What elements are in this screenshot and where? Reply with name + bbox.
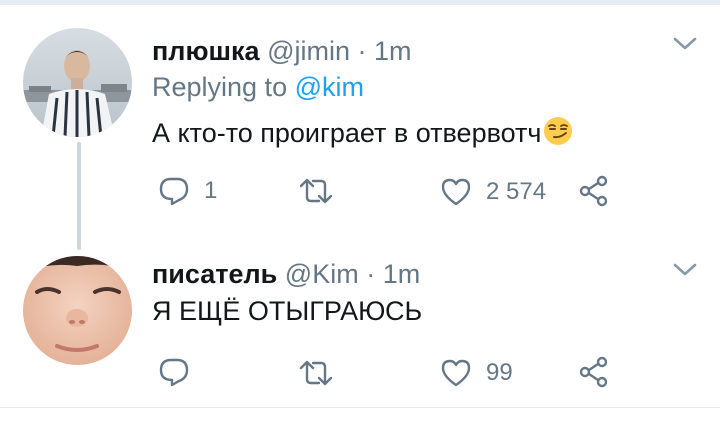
like-button[interactable]: 99: [440, 358, 513, 388]
retweet-button[interactable]: [298, 178, 348, 204]
reply-button[interactable]: 1: [158, 176, 217, 206]
chevron-down-icon[interactable]: [672, 262, 698, 278]
author-name[interactable]: плюшка: [152, 36, 260, 66]
tweet-text: Я ЕЩЁ ОТЫГРАЮСЬ: [152, 298, 422, 325]
like-count: 2 574: [486, 178, 547, 205]
author-name[interactable]: писатель: [152, 259, 277, 289]
share-button[interactable]: [578, 175, 610, 207]
retweet-icon: [299, 360, 333, 386]
like-count: 99: [486, 359, 513, 386]
timestamp[interactable]: 1m: [374, 36, 412, 66]
heart-icon: [441, 178, 471, 206]
tweet-header: плюшка @jimin · 1m: [152, 38, 412, 65]
reply-icon: [159, 177, 189, 206]
avatar[interactable]: [23, 256, 132, 365]
tweet-text-content: Я ЕЩЁ ОТЫГРАЮСЬ: [152, 296, 423, 326]
retweet-icon: [299, 178, 333, 204]
share-icon: [579, 175, 608, 207]
replying-to: Replying to @kim: [152, 74, 364, 101]
share-icon: [579, 356, 608, 388]
thread-connector: [77, 142, 81, 250]
tweet-text: А кто-то проиграет в отвервотч: [152, 116, 573, 147]
replying-label: Replying to: [152, 72, 288, 102]
top-divider: [0, 0, 720, 5]
timestamp[interactable]: 1m: [383, 259, 421, 289]
tweet-text-content: А кто-то проиграет в отвервотч: [152, 118, 542, 148]
author-handle[interactable]: @Kim: [285, 259, 359, 289]
like-button[interactable]: 2 574: [440, 177, 546, 207]
tweet-header: писатель @Kim · 1m: [152, 261, 420, 288]
replying-handle-link[interactable]: @kim: [295, 72, 364, 102]
share-button[interactable]: [578, 356, 610, 388]
separator: ·: [357, 36, 367, 66]
reply-count: 1: [204, 177, 218, 204]
smirking-face-icon: [544, 117, 573, 145]
avatar[interactable]: [23, 28, 132, 137]
bottom-divider: [0, 407, 720, 408]
author-handle[interactable]: @jimin: [267, 36, 350, 66]
separator: ·: [366, 259, 376, 289]
reply-icon: [159, 358, 189, 387]
heart-icon: [441, 359, 471, 387]
reply-button[interactable]: [158, 357, 204, 387]
retweet-button[interactable]: [298, 360, 348, 386]
chevron-down-icon[interactable]: [672, 36, 698, 52]
